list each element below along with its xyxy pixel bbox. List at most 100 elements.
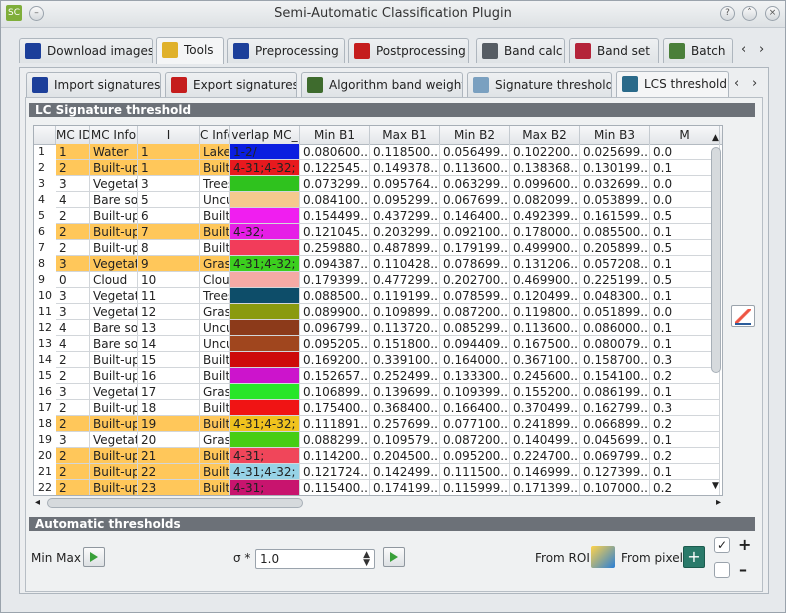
table-cell-cinfo[interactable]: Built-up4 xyxy=(200,352,230,368)
table-cell-maxb2[interactable]: 0.370499... xyxy=(510,400,580,416)
table-cell-maxb2[interactable]: 0.082099... xyxy=(510,192,580,208)
table-cell-minb2[interactable]: 0.077100... xyxy=(440,416,510,432)
table-cell-minb2[interactable]: 0.056499... xyxy=(440,144,510,160)
table-cell-maxb2[interactable]: 0.171399... xyxy=(510,480,580,495)
table-cell-cid[interactable]: 12 xyxy=(138,304,200,320)
table-cell-maxb2[interactable]: 0.099600... xyxy=(510,176,580,192)
minmax-run-button[interactable] xyxy=(83,547,105,567)
table-cell-mcinfo[interactable]: Built-up xyxy=(90,224,138,240)
column-header[interactable]: Min B3 xyxy=(580,126,650,144)
table-cell-mcid[interactable]: 4 xyxy=(56,320,90,336)
table-cell-cid[interactable]: 22 xyxy=(138,464,200,480)
table-cell-maxb1[interactable]: 0.095764... xyxy=(370,176,440,192)
table-cell-minb2[interactable]: 0.115999... xyxy=(440,480,510,495)
table-cell-maxb1[interactable]: 0.437299... xyxy=(370,208,440,224)
table-cell-maxb2[interactable]: 0.102200... xyxy=(510,144,580,160)
table-cell-minb1[interactable]: 0.088299... xyxy=(300,432,370,448)
table-cell-mcinfo[interactable]: Built-up xyxy=(90,240,138,256)
scroll-up-icon[interactable]: ▲ xyxy=(712,133,719,143)
table-cell-maxb1[interactable]: 0.368400... xyxy=(370,400,440,416)
table-row[interactable]: 72Built-up8Built-up3 0.259880...0.487899.… xyxy=(34,240,722,256)
table-cell-mcinfo[interactable]: Built-up xyxy=(90,368,138,384)
table-cell-mcinfo[interactable]: Vegetation xyxy=(90,256,138,272)
table-cell-minb3[interactable]: 0.051899... xyxy=(580,304,650,320)
table-cell-maxb2[interactable]: 0.146999... xyxy=(510,464,580,480)
table-cell-maxb1[interactable]: 0.477299... xyxy=(370,272,440,288)
table-cell-mcid[interactable]: 3 xyxy=(56,288,90,304)
table-cell-minb1[interactable]: 0.114200... xyxy=(300,448,370,464)
table-cell-minb1[interactable]: 0.115400... xyxy=(300,480,370,495)
table-cell-minb1[interactable]: 0.111891... xyxy=(300,416,370,432)
table-cell-mcid[interactable]: 2 xyxy=(56,352,90,368)
color-swatch-cell[interactable]: 4-32; xyxy=(230,224,300,240)
table-row[interactable]: 11 3Vegetation12Grass4 0.089900...0.109899… xyxy=(34,304,722,320)
table-cell-mcinfo[interactable]: Cloud xyxy=(90,272,138,288)
tab-lcs-threshold[interactable]: LCS threshold xyxy=(616,71,729,98)
table-cell-cid[interactable]: 21 xyxy=(138,448,200,464)
table-cell-minb1[interactable]: 0.179399... xyxy=(300,272,370,288)
column-header[interactable]: Min B2 xyxy=(440,126,510,144)
column-header[interactable]: C Info xyxy=(200,126,230,144)
table-cell-minb2[interactable]: 0.166400... xyxy=(440,400,510,416)
from-pixel-button[interactable]: + xyxy=(683,546,705,568)
table-cell-cinfo[interactable]: Uncultiva... xyxy=(200,320,230,336)
table-cell-maxb2[interactable]: 0.131206... xyxy=(510,256,580,272)
table-cell-minb1[interactable]: 0.121045... xyxy=(300,224,370,240)
table-cell-minb3[interactable]: 0.225199... xyxy=(580,272,650,288)
color-swatch-cell[interactable] xyxy=(230,352,300,368)
table-cell-cid[interactable]: 14 xyxy=(138,336,200,352)
table-cell-cinfo[interactable]: Built-up6 xyxy=(200,400,230,416)
tab-signature-threshold[interactable]: Signature threshold xyxy=(467,72,612,97)
table-row[interactable]: 22Built-up1Built-up14-31;4-32;0.122545..… xyxy=(34,160,722,176)
table-cell-maxb2[interactable]: 0.499900... xyxy=(510,240,580,256)
table-cell-maxb2[interactable]: 0.469900... xyxy=(510,272,580,288)
table-cell-minb2[interactable]: 0.094409... xyxy=(440,336,510,352)
table-cell-minb1[interactable]: 0.154499... xyxy=(300,208,370,224)
table-row[interactable]: 21 2Built-up22Built-up94-31;4-32;0.121724… xyxy=(34,464,722,480)
subtab-scroll-left-icon[interactable]: ‹ xyxy=(734,76,739,91)
tab-scroll-right-icon[interactable]: › xyxy=(759,42,764,57)
table-row[interactable]: 15 2Built-up16Built-up6 0.152657...0.25249… xyxy=(34,368,722,384)
table-cell-maxb1[interactable]: 0.142499... xyxy=(370,464,440,480)
table-row[interactable]: 83Vegetation9Grass24-31;4-32;0.094387...… xyxy=(34,256,722,272)
tab-tools[interactable]: Tools xyxy=(156,37,224,64)
table-cell-cid[interactable]: 15 xyxy=(138,352,200,368)
color-swatch-cell[interactable] xyxy=(230,240,300,256)
table-row[interactable]: 124Bare soil13Uncultiva...0.096799...0.1… xyxy=(34,320,722,336)
color-swatch-cell[interactable] xyxy=(230,288,300,304)
table-row[interactable]: 18 2Built-up19Built-up74-31;4-32;0.111891… xyxy=(34,416,722,432)
table-cell-maxb1[interactable]: 0.139699... xyxy=(370,384,440,400)
table-cell-cid[interactable]: 20 xyxy=(138,432,200,448)
table-cell-minb1[interactable]: 0.259880... xyxy=(300,240,370,256)
color-swatch-cell[interactable]: 1-2/ xyxy=(230,144,300,160)
color-swatch-cell[interactable] xyxy=(230,400,300,416)
color-swatch-cell[interactable]: 4-31;4-32; xyxy=(230,160,300,176)
table-cell-maxb1[interactable]: 0.119199... xyxy=(370,288,440,304)
table-cell-minb2[interactable]: 0.078699... xyxy=(440,256,510,272)
table-horizontal-scrollbar[interactable]: ◂ ▸ xyxy=(33,496,723,510)
table-cell-minb1[interactable]: 0.080600... xyxy=(300,144,370,160)
color-swatch-cell[interactable] xyxy=(230,176,300,192)
table-cell-cinfo[interactable]: Grass2 xyxy=(200,256,230,272)
table-row[interactable]: 134Bare soil14Uncultiva...0.095205...0.1… xyxy=(34,336,722,352)
table-cell-maxb1[interactable]: 0.204500... xyxy=(370,448,440,464)
color-swatch-cell[interactable]: 4-31;4-32; xyxy=(230,256,300,272)
table-cell-maxb1[interactable]: 0.109899... xyxy=(370,304,440,320)
table-cell-cinfo[interactable]: Built-up1 xyxy=(200,160,230,176)
table-cell-minb2[interactable]: 0.164000... xyxy=(440,352,510,368)
table-cell-mcid[interactable]: 2 xyxy=(56,368,90,384)
table-cell-minb1[interactable]: 0.073299... xyxy=(300,176,370,192)
tab-import-signatures[interactable]: Import signatures xyxy=(26,72,161,97)
table-cell-minb2[interactable]: 0.092100... xyxy=(440,224,510,240)
table-row[interactable]: 10 3Vegetation11Trees2 0.088500...0.119199… xyxy=(34,288,722,304)
table-cell-mcid[interactable]: 3 xyxy=(56,256,90,272)
table-cell-cinfo[interactable]: Built-up5 xyxy=(200,224,230,240)
table-cell-mcid[interactable]: 3 xyxy=(56,176,90,192)
table-cell-mcinfo[interactable]: Vegetation xyxy=(90,432,138,448)
table-cell-maxb2[interactable]: 0.367100... xyxy=(510,352,580,368)
table-cell-minb2[interactable]: 0.113600... xyxy=(440,160,510,176)
table-cell-mcinfo[interactable]: Built-up xyxy=(90,160,138,176)
table-cell-mcid[interactable]: 3 xyxy=(56,384,90,400)
table-cell-cinfo[interactable]: Uncultiva... xyxy=(200,192,230,208)
table-cell-minb3[interactable]: 0.045699... xyxy=(580,432,650,448)
